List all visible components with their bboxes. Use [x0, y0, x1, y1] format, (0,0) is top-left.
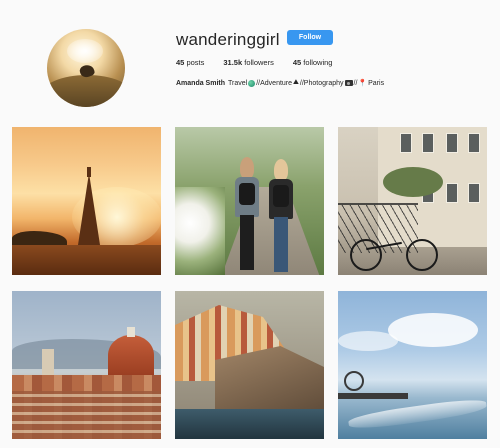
bio-segment-photography: //Photography: [299, 79, 344, 87]
pin-icon: 📍: [358, 80, 368, 87]
post-beach-pier[interactable]: [338, 291, 487, 439]
profile-avatar[interactable]: [47, 29, 125, 107]
followers-count: 31.5k: [223, 58, 243, 67]
posts-label: posts: [186, 58, 205, 67]
posts-count: 45: [176, 58, 185, 67]
followers-label: followers: [244, 58, 274, 67]
camera-icon: [344, 80, 353, 86]
profile-bio: Amanda Smith Travel //Adventure ⛰ //Phot…: [176, 79, 384, 87]
post-cliffside-village[interactable]: [175, 291, 324, 439]
bio-segment-paris: Paris: [368, 79, 385, 87]
globe-icon: [248, 79, 256, 87]
bio-segment-adventure: //Adventure: [256, 79, 293, 87]
bio-segment-separator: //: [353, 79, 358, 87]
follow-button[interactable]: Follow: [287, 30, 333, 45]
following-count: 45: [292, 58, 302, 67]
followers-stat[interactable]: 31.5k followers: [223, 58, 273, 67]
profile-header: wanderinggirl Follow 45 posts 31.5k foll…: [0, 0, 500, 118]
posts-stat[interactable]: 45 posts: [176, 58, 204, 67]
posts-grid: [12, 127, 488, 440]
hiker-icon: ⛰: [293, 79, 299, 86]
username: wanderinggirl: [176, 30, 280, 49]
bio-name: Amanda Smith: [176, 79, 226, 87]
bio-segment-travel: Travel: [228, 79, 248, 87]
post-paris-bicycle[interactable]: [338, 127, 487, 275]
post-eiffel-tower[interactable]: [12, 127, 161, 275]
post-florence[interactable]: [12, 291, 161, 439]
profile-stats: 45 posts 31.5k followers 45 following: [176, 58, 351, 67]
post-hikers-path[interactable]: [175, 127, 324, 275]
following-stat[interactable]: 45 following: [293, 58, 333, 67]
following-label: following: [303, 58, 333, 67]
